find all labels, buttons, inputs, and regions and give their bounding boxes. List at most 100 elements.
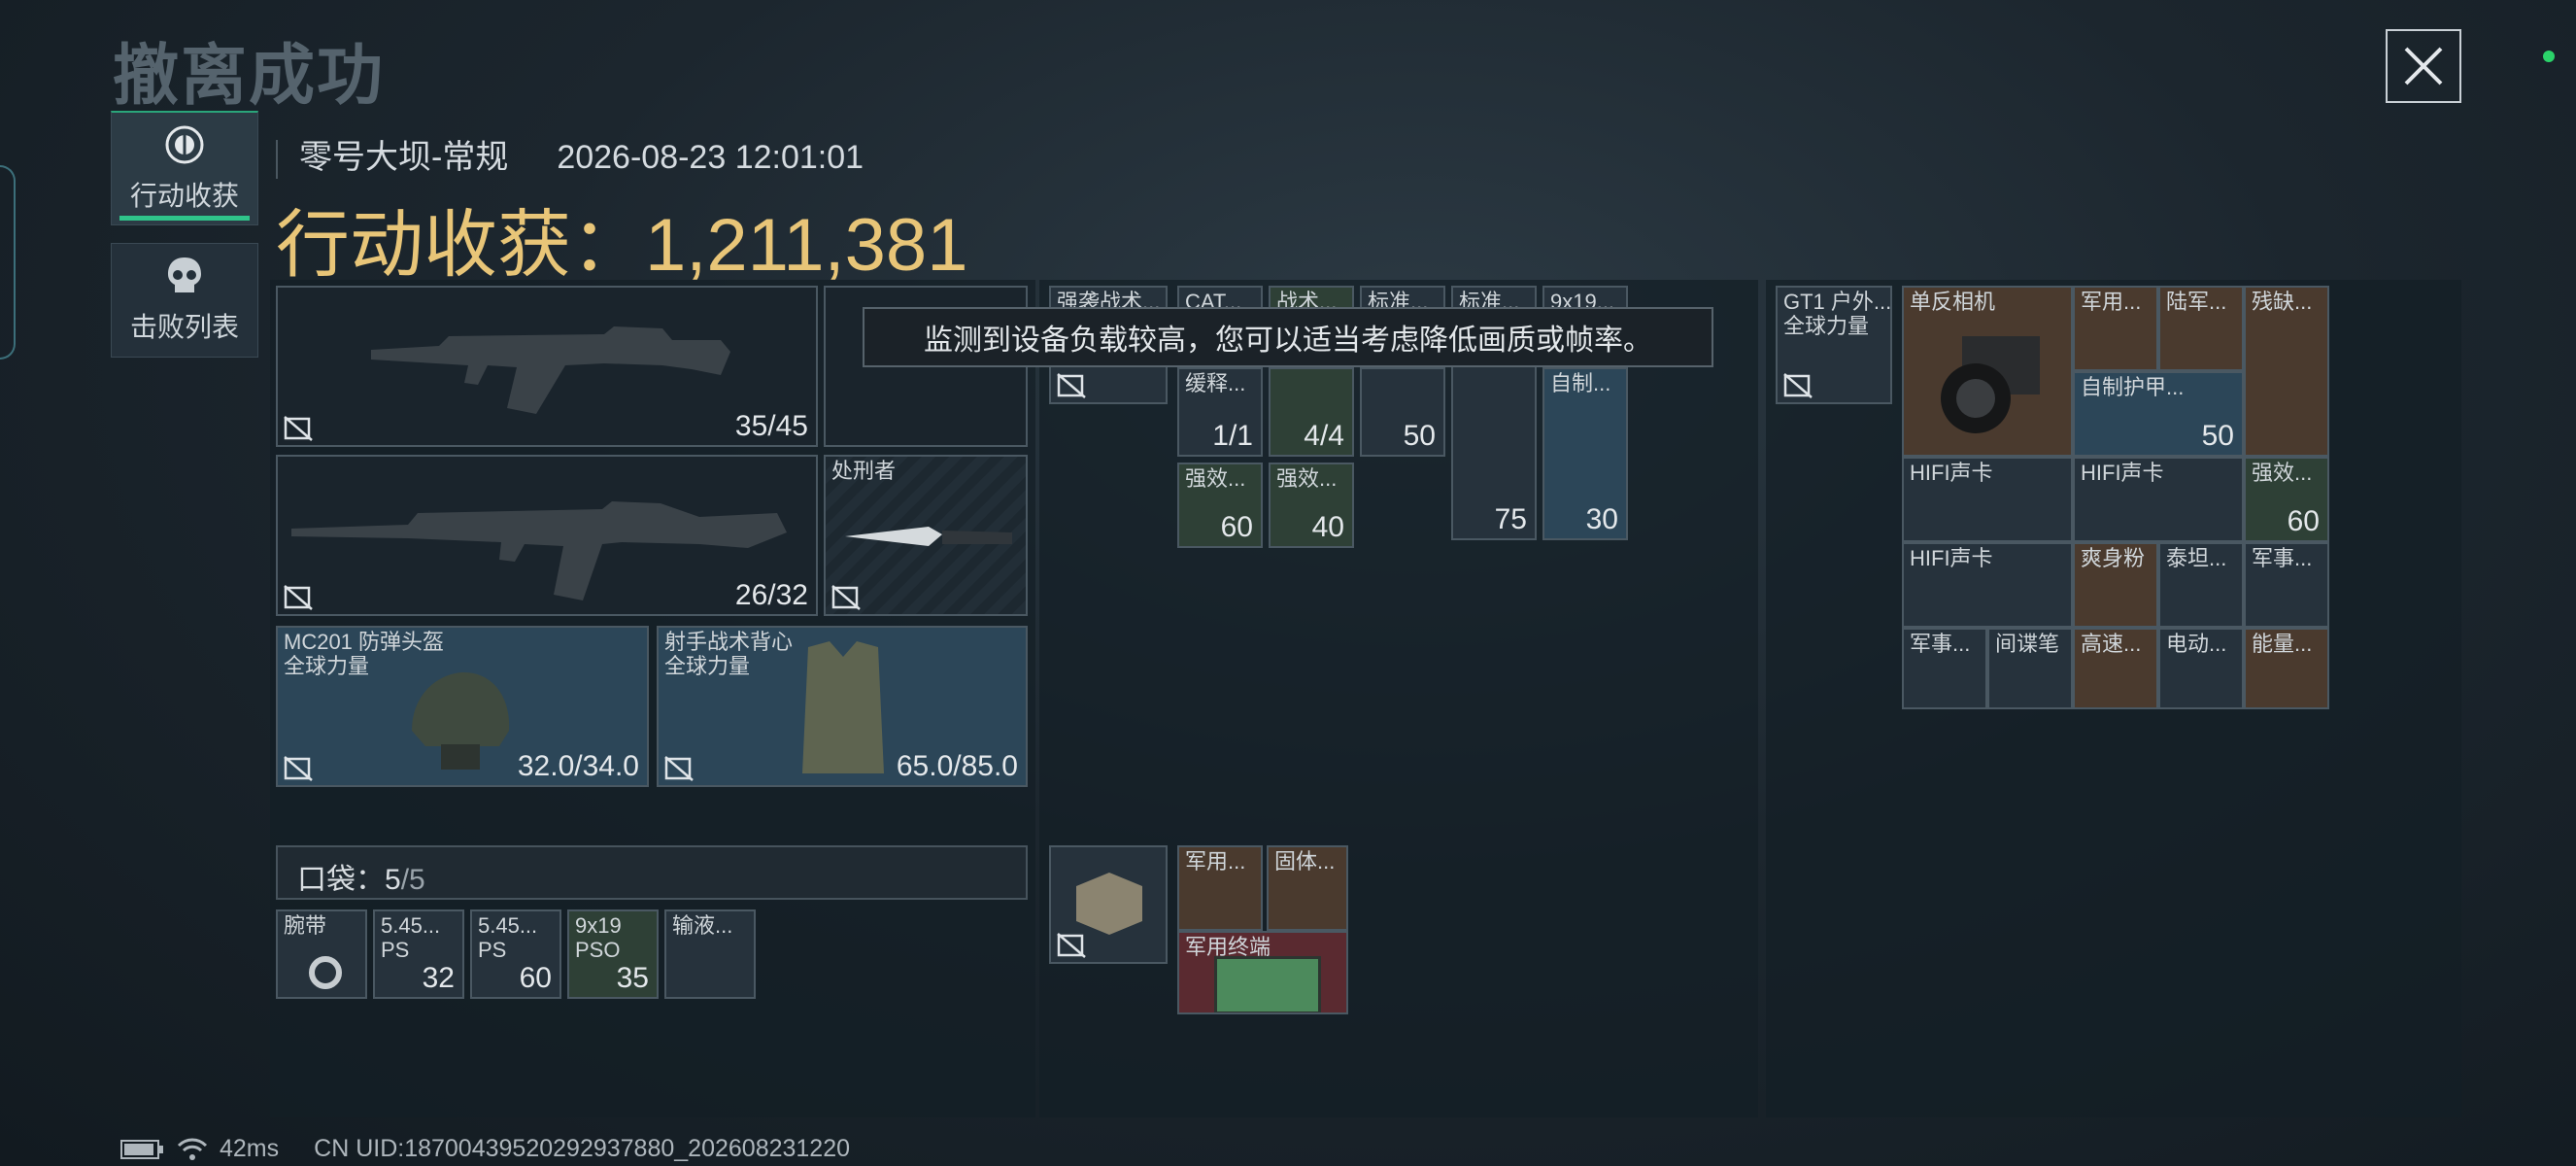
rig-item[interactable]: 缓释... 1/1 xyxy=(1177,367,1263,457)
item-label: HIFI声卡 xyxy=(2081,461,2164,485)
pocket-item[interactable]: 5.45... PS 60 xyxy=(470,909,561,999)
close-icon xyxy=(2404,47,2443,86)
item-label: 自制护甲... xyxy=(2081,375,2185,399)
helmet-durability: 32.0/34.0 xyxy=(517,750,639,782)
item-count: 40 xyxy=(1311,511,1344,543)
item-count: 60 xyxy=(519,962,552,994)
rig-item[interactable]: 4/4 xyxy=(1269,367,1354,457)
melee-slot[interactable]: 处刑者 xyxy=(824,455,1028,616)
item-count: 50 xyxy=(1403,420,1436,452)
item-label: 腕带 xyxy=(284,913,327,938)
pocket-item[interactable]: 输液... xyxy=(664,909,756,999)
backpack-item[interactable]: 单反相机 xyxy=(1902,286,2073,457)
tab-action-harvest[interactable]: 行动收获 xyxy=(111,111,258,225)
safe-box[interactable] xyxy=(1049,845,1168,964)
item-label: 强效... xyxy=(1276,466,1338,491)
vest-slot[interactable]: 射手战术背心 全球力量 65.0/85.0 xyxy=(657,626,1028,787)
no-insure-icon xyxy=(1783,373,1813,398)
no-insure-icon xyxy=(831,585,861,610)
map-mode: 零号大坝-常规 xyxy=(299,139,509,176)
terminal-image xyxy=(1214,956,1321,1012)
backpack-item[interactable]: 自制护甲... 50 xyxy=(2073,371,2244,457)
backpack-item[interactable]: 高速... xyxy=(2073,628,2158,709)
wristband-icon xyxy=(309,956,342,989)
item-label: 强效... xyxy=(2252,461,2313,485)
melee-label: 处刑者 xyxy=(831,459,897,483)
status-bar: 42ms CN UID:18700439520292937880_2026082… xyxy=(120,1135,850,1163)
item-label: 自制... xyxy=(1550,371,1611,395)
item-label: 9x19 PSO xyxy=(575,913,622,963)
pocket-item[interactable]: 5.45... PS 32 xyxy=(373,909,464,999)
helmet-slot[interactable]: MC201 防弹头盔 全球力量 32.0/34.0 xyxy=(276,626,649,787)
side-drawer-handle[interactable] xyxy=(0,165,16,360)
ammo-count: 35/45 xyxy=(734,410,808,442)
item-count: 30 xyxy=(1585,503,1618,535)
uid-text: CN UID:18700439520292937880_202608231220 xyxy=(314,1135,851,1162)
backpack-item[interactable]: 军用... xyxy=(2073,286,2158,371)
item-label: 5.45... PS xyxy=(478,913,538,963)
rig-item[interactable]: 强效... 40 xyxy=(1269,463,1354,548)
secondary-weapon-slot[interactable]: 26/32 xyxy=(276,455,818,616)
raid-info: 零号大坝-常规 2026-08-23 12:01:01 xyxy=(276,130,864,180)
battery-icon xyxy=(120,1139,163,1159)
status-dot xyxy=(2543,51,2555,62)
backpack-item[interactable]: HIFI声卡 xyxy=(2073,457,2244,542)
backpack-item[interactable]: 电动... xyxy=(2158,628,2244,709)
pocket-item[interactable]: 9x19 PSO 35 xyxy=(567,909,659,999)
item-label: 缓释... xyxy=(1185,371,1246,395)
knife-icon xyxy=(845,527,1012,546)
backpack-item[interactable]: 强效... 60 xyxy=(2244,457,2329,542)
backpack-item[interactable]: 间谍笔 xyxy=(1987,628,2073,709)
helmet-name: MC201 防弹头盔 xyxy=(284,630,445,654)
tab-defeat-list[interactable]: 击败列表 xyxy=(111,243,258,358)
vest-text: 射手战术背心 全球力量 xyxy=(664,630,793,679)
rig-item[interactable]: 50 xyxy=(1360,367,1445,457)
case-icon xyxy=(1076,873,1142,935)
backpack-bag[interactable]: GT1 户外... 全球力量 xyxy=(1776,286,1892,404)
action-harvest-icon xyxy=(165,125,204,163)
item-label: HIFI声卡 xyxy=(1910,546,1993,570)
primary-weapon-slot[interactable]: 35/45 xyxy=(276,286,818,447)
safe-item[interactable]: 固体... xyxy=(1267,845,1348,931)
backpack-item[interactable]: 能量... xyxy=(2244,628,2329,709)
performance-toast: 监测到设备负载较高，您可以适当考虑降低画质或帧率。 xyxy=(863,307,1713,367)
timestamp: 2026-08-23 12:01:01 xyxy=(557,139,864,176)
rig-item[interactable]: 强效... 60 xyxy=(1177,463,1263,548)
no-insure-icon xyxy=(284,416,313,441)
no-insure-icon xyxy=(284,585,313,610)
item-count: 50 xyxy=(2201,420,2234,452)
item-label: 能量... xyxy=(2252,632,2313,656)
item-label: 单反相机 xyxy=(1910,290,1996,314)
item-label: 军事... xyxy=(1910,632,1971,656)
helmet-icon xyxy=(412,672,510,770)
pocket-item[interactable]: 腕带 xyxy=(276,909,367,999)
backpack-item[interactable]: HIFI声卡 xyxy=(1902,542,2073,628)
safe-item[interactable]: 军用终端 xyxy=(1177,931,1348,1014)
divider xyxy=(276,140,278,180)
close-button[interactable] xyxy=(2386,29,2461,103)
rig-item[interactable]: 75 xyxy=(1451,463,1537,540)
backpack-item[interactable]: 军事... xyxy=(2244,542,2329,628)
total-amount: 1,211,381 xyxy=(645,204,968,287)
backpack-item[interactable]: 泰坦... xyxy=(2158,542,2244,628)
pockets-total: /5 xyxy=(400,864,425,896)
page-title: 撤离成功 xyxy=(113,39,386,113)
item-label: 陆军... xyxy=(2166,290,2227,314)
backpack-item[interactable]: 爽身粉 xyxy=(2073,542,2158,628)
item-count: 35 xyxy=(616,962,649,994)
item-label: 输液... xyxy=(672,913,733,938)
item-label: HIFI声卡 xyxy=(1910,461,1993,485)
backpack-item[interactable]: 残缺... xyxy=(2244,286,2329,457)
item-label: 军用... xyxy=(2081,290,2142,314)
backpack-item[interactable]: 军事... xyxy=(1902,628,1987,709)
safe-item[interactable]: 军用... xyxy=(1177,845,1263,931)
vest-durability: 65.0/85.0 xyxy=(896,750,1018,782)
backpack-item[interactable]: HIFI声卡 xyxy=(1902,457,2073,542)
item-count: 60 xyxy=(2287,505,2320,537)
item-label: 残缺... xyxy=(2252,290,2313,314)
rig-item[interactable]: 自制... 30 xyxy=(1542,367,1628,540)
backpack-item[interactable]: 陆军... xyxy=(2158,286,2244,371)
tab-label: 击败列表 xyxy=(129,312,239,342)
item-label: 电动... xyxy=(2166,632,2227,656)
item-label: 爽身粉 xyxy=(2081,546,2146,570)
